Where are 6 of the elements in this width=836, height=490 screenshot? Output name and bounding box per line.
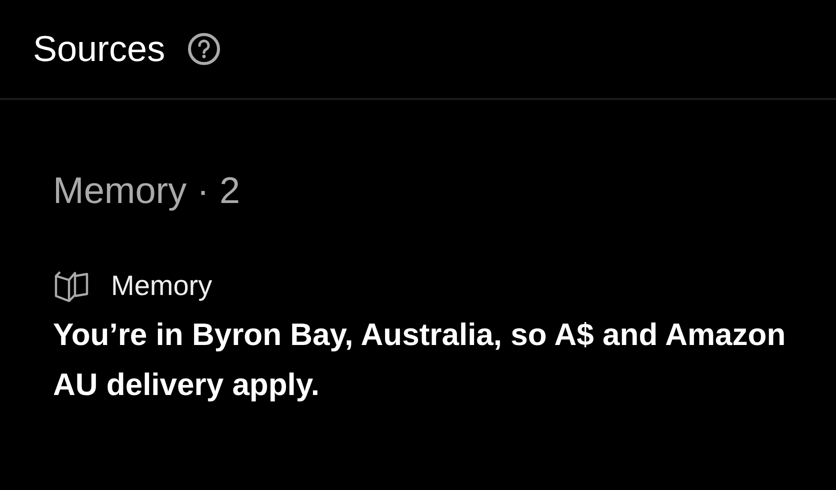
book-icon [53,270,91,302]
help-icon[interactable] [187,32,222,66]
memory-text: You’re in Byron Bay, Australia, so A$ and Amazon AU delivery apply. [53,316,787,404]
source-label: Memory [111,270,212,302]
section-title: Memory · 2 [53,170,242,212]
panel-title: Sources [33,28,166,70]
